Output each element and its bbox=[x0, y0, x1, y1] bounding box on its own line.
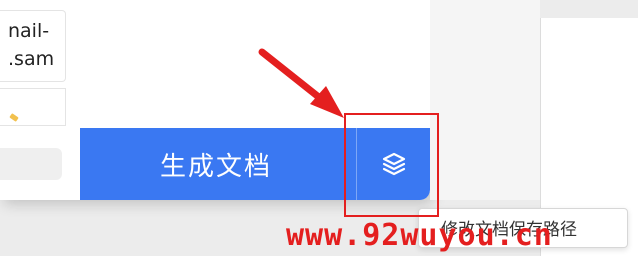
watermark-text: www.92wuyou.cn bbox=[286, 218, 553, 253]
